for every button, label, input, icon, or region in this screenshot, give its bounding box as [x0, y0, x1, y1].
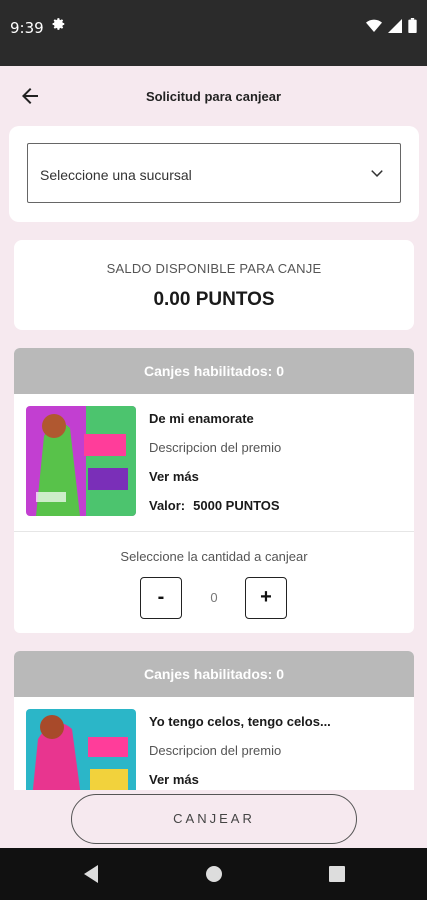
branch-select-placeholder: Seleccione una sucursal [40, 167, 192, 183]
see-more-link[interactable]: Ver más [149, 772, 199, 787]
prize-info: De mi enamorate Descripcion del premio V… [14, 394, 414, 532]
branch-select-card: Seleccione una sucursal [9, 126, 419, 222]
prize-enabled-count: Canjes habilitados: 0 [14, 348, 414, 394]
page-title: Solicitud para canjear [145, 89, 282, 104]
prize-card: Canjes habilitados: 0 De mi enamorate De… [14, 348, 414, 633]
status-bar: 9:39 [0, 0, 427, 66]
prize-card: Canjes habilitados: 0 Yo tengo celos, te… [14, 651, 414, 790]
redeem-button[interactable]: CANJEAR [71, 794, 357, 844]
prize-image[interactable] [26, 709, 136, 790]
prize-value-label: Valor: [149, 498, 186, 513]
quantity-label: Seleccione la cantidad a canjear [120, 549, 308, 564]
status-time: 9:39 [10, 19, 44, 37]
prize-value: Valor: 5000 PUNTOS [149, 498, 280, 513]
prize-description: Descripcion del premio [149, 440, 282, 455]
prize-info: Yo tengo celos, tengo celos... Descripci… [14, 697, 414, 790]
signal-icon [388, 18, 402, 33]
prize-title: Yo tengo celos, tengo celos... [149, 714, 331, 729]
settings-gear-icon [52, 17, 66, 35]
balance-card: SALDO DISPONIBLE PARA CANJE 0.00 PUNTOS [14, 240, 414, 330]
balance-label: SALDO DISPONIBLE PARA CANJE [106, 261, 322, 276]
nav-recents-icon[interactable] [328, 864, 346, 889]
prize-image[interactable] [26, 406, 136, 516]
prize-value-amount: 5000 PUNTOS [193, 498, 280, 513]
branch-select[interactable]: Seleccione una sucursal [27, 143, 401, 203]
app-bar: Solicitud para canjear [0, 66, 427, 126]
prize-title: De mi enamorate [149, 411, 254, 426]
system-nav-bar [0, 848, 427, 900]
decrement-button[interactable]: - [140, 577, 182, 619]
increment-button[interactable]: + [245, 577, 287, 619]
see-more-link[interactable]: Ver más [149, 469, 199, 484]
prize-description: Descripcion del premio [149, 743, 282, 758]
quantity-selector: Seleccione la cantidad a canjear - 0 + [14, 532, 414, 632]
wifi-icon [366, 19, 382, 32]
balance-amount: 0.00 PUNTOS [153, 289, 275, 310]
quantity-value: 0 [210, 590, 218, 605]
chevron-down-icon [371, 170, 383, 177]
nav-home-icon[interactable] [205, 864, 223, 889]
battery-icon [408, 18, 417, 33]
nav-back-icon[interactable] [82, 864, 100, 889]
prize-enabled-count: Canjes habilitados: 0 [14, 651, 414, 697]
status-icons [366, 18, 417, 33]
bottom-action-bar: CANJEAR [0, 790, 427, 848]
